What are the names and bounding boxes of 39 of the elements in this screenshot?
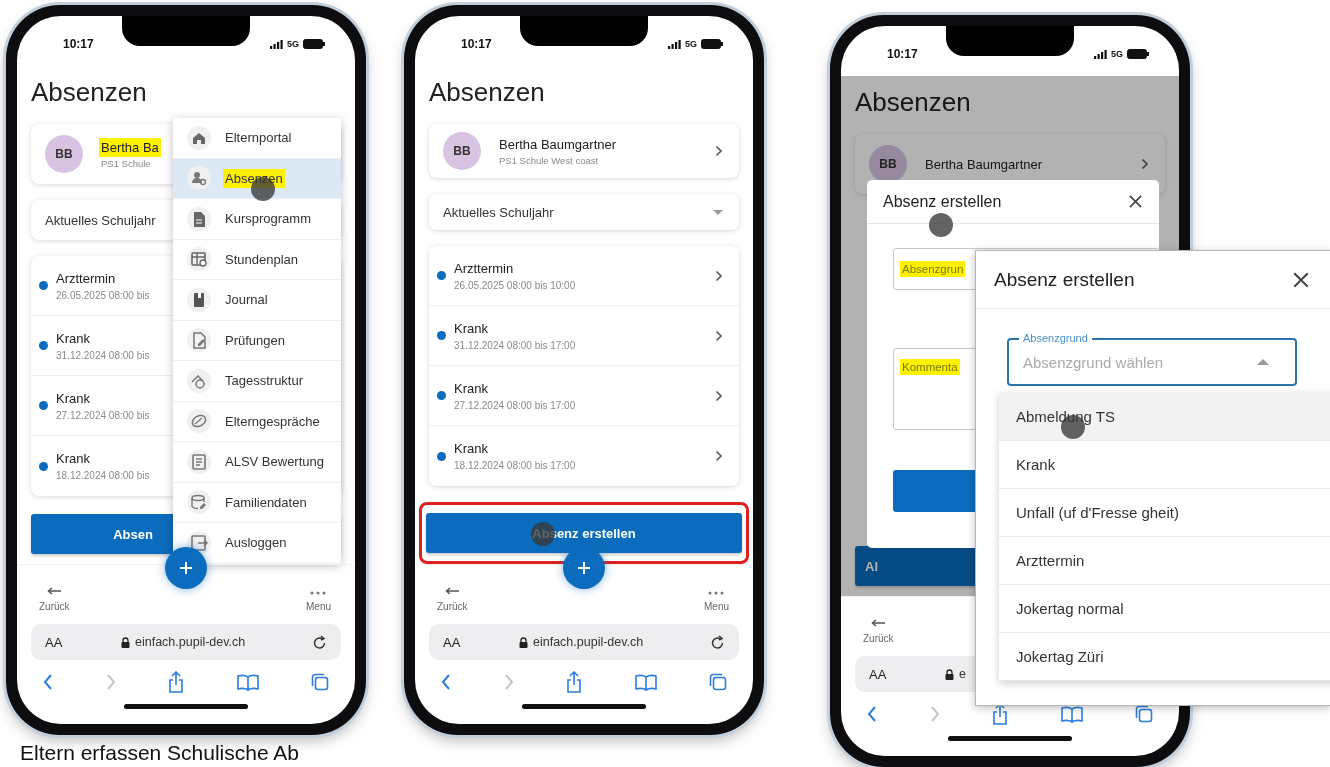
absence-reason: Arzttermin bbox=[454, 260, 514, 276]
url-text: einfach.pupil-dev.ch bbox=[533, 635, 644, 649]
student-name: Bertha Baumgartner bbox=[925, 156, 1043, 172]
network-label: 5G bbox=[287, 39, 299, 49]
url-text: e bbox=[959, 667, 966, 681]
absence-period: 27.12.2024 08:00 bis 17:00 bbox=[454, 399, 576, 411]
page-title: Absenzen bbox=[31, 76, 148, 108]
network-label: 5G bbox=[685, 39, 697, 49]
absence-period: 31.12.2024 08:00 bis bbox=[56, 349, 150, 361]
page-title: Absenzen bbox=[855, 86, 972, 118]
school-name: PS1 Schule West coast bbox=[499, 154, 599, 166]
avatar: BB bbox=[869, 145, 907, 183]
absence-reason: Krank bbox=[56, 390, 90, 406]
school-name: PS1 Schule bbox=[101, 157, 151, 169]
absence-period: 26.05.2025 08:00 bis bbox=[56, 289, 150, 301]
student-name: Bertha Ba bbox=[101, 139, 159, 155]
absence-reason: Arzttermin bbox=[56, 270, 116, 286]
absence-reason: Krank bbox=[56, 330, 90, 346]
network-label: 5G bbox=[1111, 49, 1123, 59]
url-text: einfach.pupil-dev.ch bbox=[135, 635, 246, 649]
absence-period: 26.05.2025 08:00 bis 10:00 bbox=[454, 279, 576, 291]
dialog-title: Absenz erstellen bbox=[883, 192, 1002, 211]
absence-period: 18.12.2024 08:00 bis 17:00 bbox=[454, 460, 576, 471]
absence-period: 31.12.2024 08:00 bis 17:00 bbox=[454, 339, 576, 351]
absence-reason: Krank bbox=[454, 441, 488, 456]
absence-reason: Krank bbox=[454, 320, 488, 336]
absence-period: 18.12.2024 08:00 bis bbox=[56, 470, 150, 481]
page-title: Absenzen bbox=[429, 76, 546, 108]
absence-reason: Krank bbox=[56, 451, 90, 466]
status-time: 10:17 bbox=[63, 37, 94, 51]
status-time: 10:17 bbox=[461, 37, 492, 51]
absence-reason: Krank bbox=[454, 380, 488, 396]
avatar: BB bbox=[45, 135, 83, 173]
status-time: 10:17 bbox=[887, 47, 918, 61]
absence-period: 27.12.2024 08:00 bis bbox=[56, 409, 150, 421]
dialog-title: Absenz erstellen bbox=[994, 268, 1135, 291]
avatar: BB bbox=[443, 132, 481, 170]
student-name: Bertha Baumgartner bbox=[499, 136, 617, 152]
caption-text: Eltern erfassen Schulische Ab bbox=[20, 741, 299, 764]
